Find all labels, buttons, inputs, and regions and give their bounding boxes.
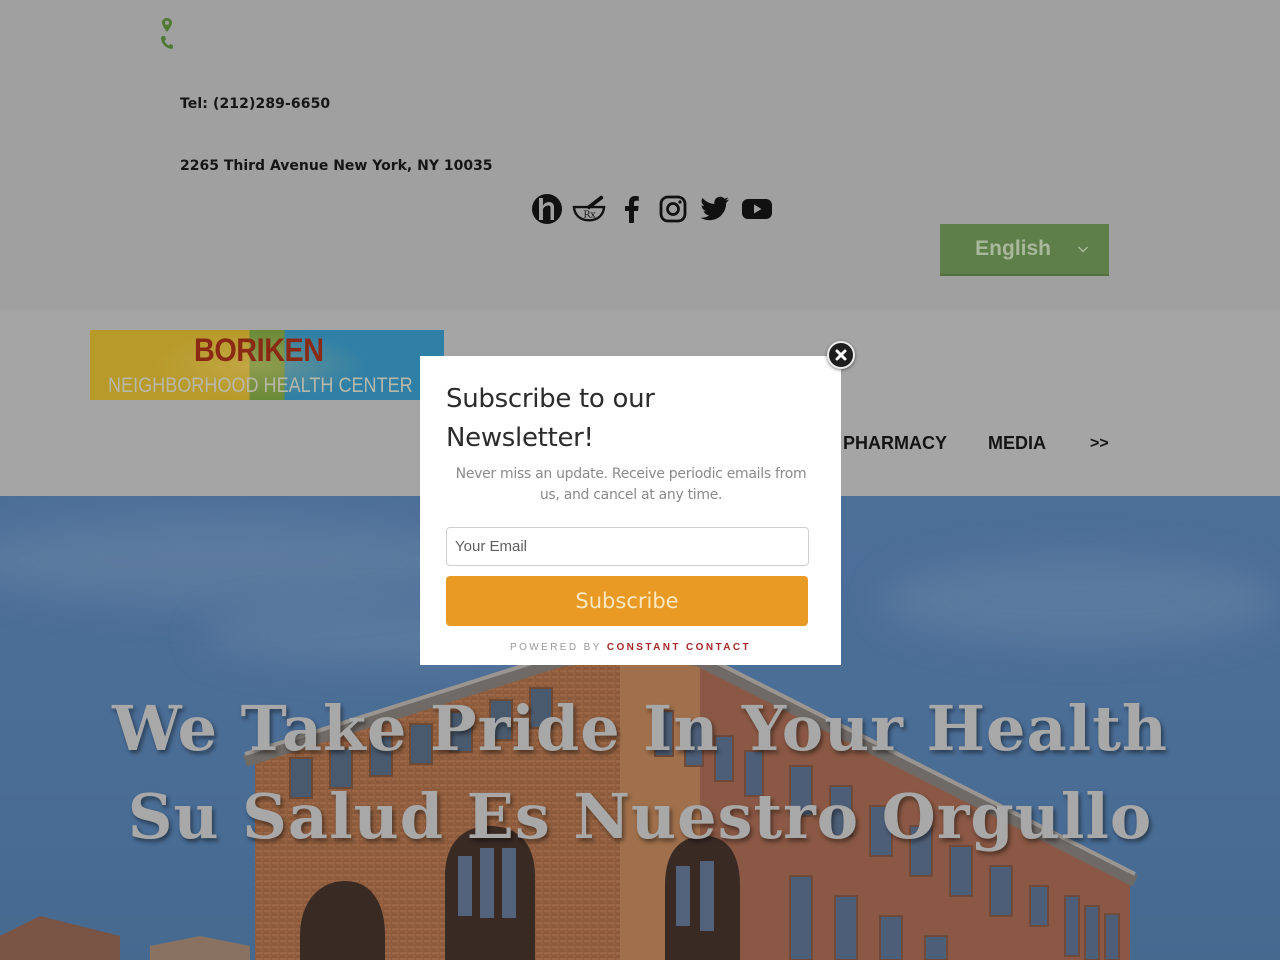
contact-icons (160, 17, 176, 52)
youtube-link[interactable] (740, 192, 774, 226)
powered-by-footer: POWERED BY CONSTANT CONTACT (420, 642, 841, 653)
nav-item-more[interactable]: >> (1090, 435, 1109, 453)
logo-subtitle: NEIGHBORHOOD HEALTH CENTER (108, 374, 413, 397)
social-links: Rx (530, 192, 774, 226)
facebook-link[interactable] (614, 192, 648, 226)
instagram-icon (659, 195, 687, 223)
hero-headline-english: We Take Pride In Your Health (112, 692, 1168, 765)
modal-title: Subscribe to our Newsletter! (446, 384, 655, 453)
chevron-down-icon (1077, 246, 1089, 253)
nav-item-pharmacy[interactable]: PHARMACY (843, 433, 947, 454)
twitter-icon (700, 196, 729, 221)
healthgrades-link[interactable] (530, 192, 564, 226)
logo-title: BORIKEN (194, 332, 324, 368)
instagram-link[interactable] (656, 192, 690, 226)
subscribe-button[interactable]: Subscribe (446, 576, 808, 626)
phone-icon (160, 36, 173, 49)
modal-description: Never miss an update. Receive periodic e… (455, 466, 807, 503)
modal-close-button[interactable] (827, 341, 855, 369)
top-contact-bar: Tel: (212)289-6650 2265 Third Avenue New… (0, 0, 1280, 310)
close-icon (835, 349, 847, 361)
nav-item-media[interactable]: MEDIA (988, 433, 1046, 454)
site-logo[interactable]: BORIKEN NEIGHBORHOOD HEALTH CENTER (90, 330, 444, 400)
mortar-pestle-rx-icon: Rx (572, 195, 606, 222)
email-input[interactable] (446, 527, 809, 566)
language-selected: English (975, 237, 1051, 260)
hero-headline-spanish: Su Salud Es Nuestro Orgullo (127, 780, 1153, 853)
telephone-number[interactable]: Tel: (212)289-6650 (180, 96, 330, 112)
street-address: 2265 Third Avenue New York, NY 10035 (180, 158, 493, 174)
twitter-link[interactable] (698, 192, 732, 226)
h-logo-icon (532, 194, 562, 224)
newsletter-modal: Subscribe to our Newsletter! Never miss … (420, 356, 841, 665)
powered-by-label: POWERED BY (510, 642, 602, 653)
facebook-icon (625, 196, 639, 223)
map-pin-icon (162, 18, 172, 32)
pharmacy-link[interactable]: Rx (572, 192, 606, 226)
constant-contact-link[interactable]: CONSTANT CONTACT (607, 642, 751, 653)
youtube-icon (742, 199, 772, 219)
svg-text:Rx: Rx (583, 210, 596, 221)
language-selector[interactable]: English (940, 224, 1109, 276)
